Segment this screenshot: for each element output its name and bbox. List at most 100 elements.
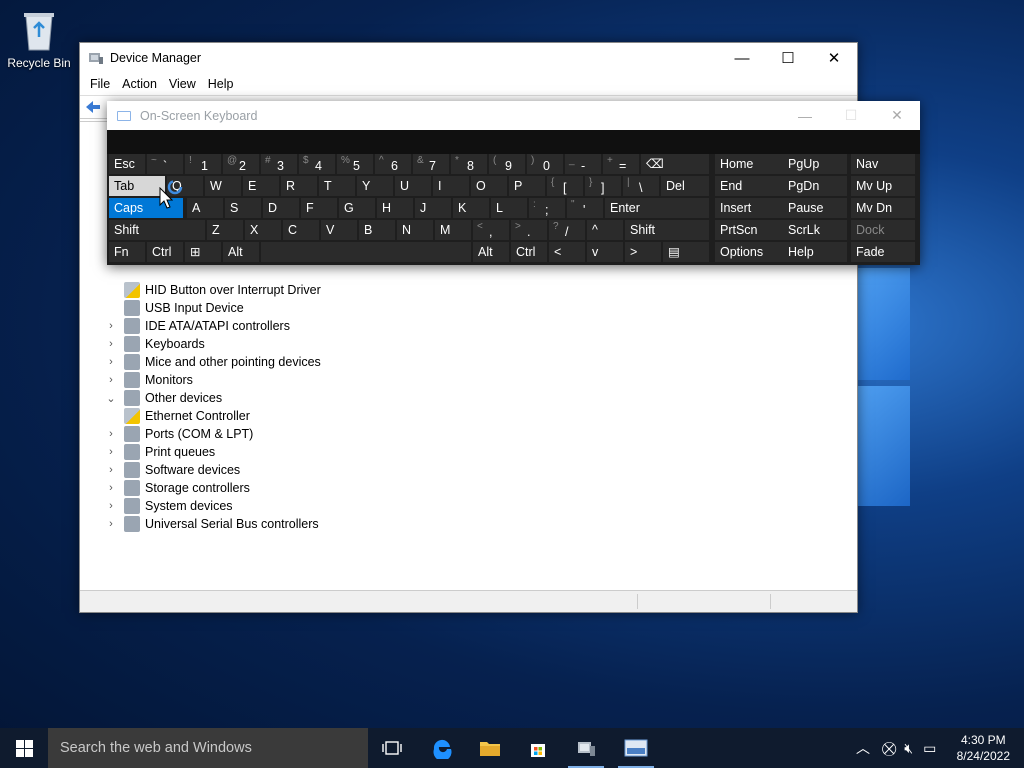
osk-key[interactable]: Shift — [625, 220, 709, 240]
osk-key[interactable]: }] — [585, 176, 621, 196]
collapse-chevron-icon[interactable]: ⌄ — [104, 392, 118, 405]
clock[interactable]: 4:30 PM 8/24/2022 — [957, 732, 1010, 764]
osk-key[interactable]: ^ 6 — [375, 154, 411, 174]
osk-key[interactable]: Dock — [851, 220, 915, 240]
tree-item[interactable]: › Print queues — [104, 443, 215, 461]
osk-key[interactable]: H — [377, 198, 413, 218]
tree-item[interactable]: › Monitors — [104, 371, 193, 389]
store-button[interactable] — [514, 728, 562, 768]
osk-key[interactable]: ⌫ — [641, 154, 709, 174]
osk-key[interactable]: L — [491, 198, 527, 218]
maximize-button[interactable]: ☐ — [765, 43, 811, 73]
osk-key[interactable]: >. — [511, 220, 547, 240]
minimize-button[interactable]: — — [719, 43, 765, 73]
osk-key[interactable]: ) 0 — [527, 154, 563, 174]
osk-key[interactable]: PgUp — [783, 154, 847, 174]
osk-key[interactable]: PrtScn — [715, 220, 783, 240]
osk-key[interactable]: V — [321, 220, 357, 240]
menu-file[interactable]: File — [84, 77, 116, 91]
osk-key[interactable]: Del — [661, 176, 709, 196]
osk-key[interactable]: Nav — [851, 154, 915, 174]
osk-key[interactable]: & 7 — [413, 154, 449, 174]
osk-key[interactable]: Help — [783, 242, 847, 262]
tree-item[interactable]: › System devices — [104, 497, 233, 515]
osk-key[interactable]: N — [397, 220, 433, 240]
osk-key[interactable]: ⊞ — [185, 242, 221, 262]
start-button[interactable] — [0, 728, 48, 768]
expand-chevron-icon[interactable]: › — [104, 374, 118, 386]
expand-chevron-icon[interactable]: › — [104, 338, 118, 350]
show-hidden-icons-chevron-icon[interactable]: ︿ — [856, 738, 870, 758]
osk-key[interactable]: Y — [357, 176, 393, 196]
osk-key[interactable]: Z — [207, 220, 243, 240]
osk-key[interactable]: + = — [603, 154, 639, 174]
action-center-icon[interactable]: ▭ — [923, 740, 936, 757]
close-button[interactable]: ✕ — [811, 43, 857, 73]
menu-action[interactable]: Action — [116, 77, 163, 91]
task-view-button[interactable] — [368, 728, 416, 768]
osk-key[interactable]: End — [715, 176, 783, 196]
tree-item[interactable]: HID Button over Interrupt Driver — [124, 281, 321, 299]
expand-chevron-icon[interactable]: › — [104, 428, 118, 440]
osk-key[interactable]: _ - — [565, 154, 601, 174]
osk-key[interactable]: Enter — [605, 198, 709, 218]
osk-key[interactable]: Options — [715, 242, 783, 262]
osk-key[interactable]: M — [435, 220, 471, 240]
expand-chevron-icon[interactable]: › — [104, 482, 118, 494]
osk-key[interactable]: Alt — [223, 242, 259, 262]
osk-key[interactable]: P — [509, 176, 545, 196]
osk-key[interactable]: Esc — [109, 154, 145, 174]
osk-titlebar[interactable]: On-Screen Keyboard — ☐ ✕ — [107, 101, 920, 130]
osk-key[interactable]: Tab — [109, 176, 165, 196]
osk-key[interactable]: Pause — [783, 198, 847, 218]
tree-item[interactable]: › Ports (COM & LPT) — [104, 425, 253, 443]
menu-help[interactable]: Help — [202, 77, 240, 91]
osk-key[interactable]: X — [245, 220, 281, 240]
expand-chevron-icon[interactable]: › — [104, 356, 118, 368]
osk-key[interactable]: K — [453, 198, 489, 218]
osk-key[interactable]: @2 — [223, 154, 259, 174]
volume-muted-icon[interactable]: 🔇︎ — [904, 740, 913, 757]
tree-item[interactable]: ⌄ Other devices — [104, 389, 222, 407]
osk-key[interactable]: (9 — [489, 154, 525, 174]
osk-key[interactable]: * 8 — [451, 154, 487, 174]
osk-key[interactable]: ~ ` — [147, 154, 183, 174]
recycle-bin-desktop-icon[interactable]: Recycle Bin — [6, 8, 72, 70]
device-manager-titlebar[interactable]: Device Manager — ☐ ✕ — [80, 43, 857, 73]
osk-key[interactable]: < — [549, 242, 585, 262]
osk-key[interactable]: v — [587, 242, 623, 262]
osk-minimize-button[interactable]: — — [782, 101, 828, 130]
osk-key[interactable]: ScrLk — [783, 220, 847, 240]
osk-key[interactable]: ▤ — [663, 242, 709, 262]
osk-taskbar-button[interactable] — [612, 728, 660, 768]
osk-key[interactable]: S — [225, 198, 261, 218]
tree-item[interactable]: › IDE ATA/ATAPI controllers — [104, 317, 290, 335]
network-icon[interactable]: ⛒ — [882, 740, 896, 757]
osk-key[interactable]: Shift — [109, 220, 205, 240]
tree-item[interactable]: › Software devices — [104, 461, 240, 479]
osk-key[interactable]: ^ — [587, 220, 623, 240]
osk-key[interactable]: O — [471, 176, 507, 196]
osk-key[interactable]: <, — [473, 220, 509, 240]
expand-chevron-icon[interactable]: › — [104, 500, 118, 512]
device-manager-taskbar-button[interactable] — [562, 728, 610, 768]
osk-key[interactable]: Insert — [715, 198, 783, 218]
tree-item[interactable]: › Universal Serial Bus controllers — [104, 515, 319, 533]
osk-key[interactable]: E — [243, 176, 279, 196]
osk-key[interactable]: G — [339, 198, 375, 218]
tree-item[interactable]: USB Input Device — [124, 299, 244, 317]
osk-key[interactable]: PgDn — [783, 176, 847, 196]
osk-key[interactable]: | \ — [623, 176, 659, 196]
osk-key[interactable]: D — [263, 198, 299, 218]
osk-key[interactable]: Fade — [851, 242, 915, 262]
expand-chevron-icon[interactable]: › — [104, 320, 118, 332]
osk-close-button[interactable]: ✕ — [874, 101, 920, 130]
osk-key[interactable]: Ctrl — [511, 242, 547, 262]
tree-item[interactable]: › Mice and other pointing devices — [104, 353, 321, 371]
osk-key[interactable]: W — [205, 176, 241, 196]
osk-key[interactable]: % 5 — [337, 154, 373, 174]
osk-key[interactable]: {[ — [547, 176, 583, 196]
tree-item[interactable]: › Storage controllers — [104, 479, 250, 497]
osk-key[interactable]: B — [359, 220, 395, 240]
edge-button[interactable] — [418, 728, 466, 768]
